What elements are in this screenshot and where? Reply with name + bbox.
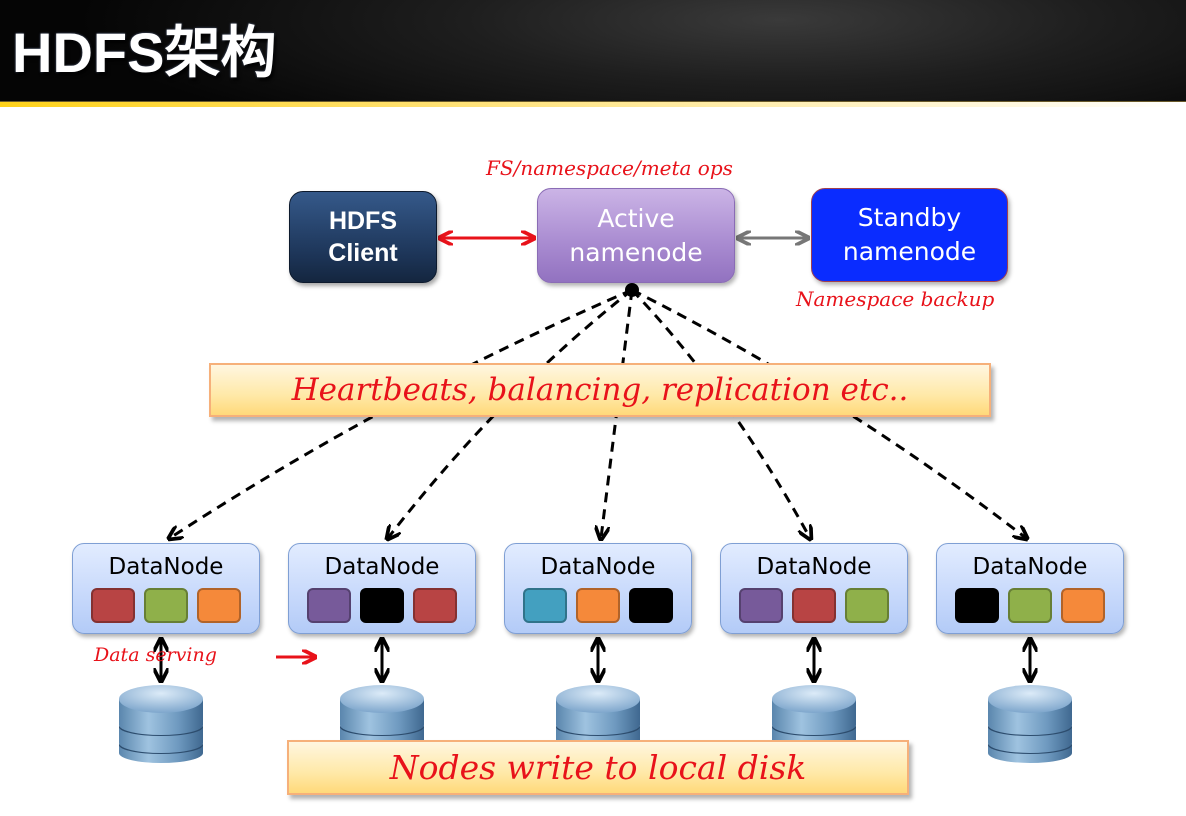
disk-icon [988, 685, 1072, 763]
datanode-label: DataNode [756, 554, 872, 580]
hdfs-client-node: HDFS Client [289, 191, 437, 283]
data-block-purple [307, 588, 351, 623]
block-list [505, 588, 691, 623]
data-block-red [91, 588, 135, 623]
datanode: DataNode [720, 543, 908, 634]
data-block-green [845, 588, 889, 623]
data-block-orange [1061, 588, 1105, 623]
data-block-green [144, 588, 188, 623]
datanode-label: DataNode [540, 554, 656, 580]
block-list [73, 588, 259, 623]
disk-icon [119, 685, 203, 763]
local-disk-banner: Nodes write to local disk [287, 740, 909, 795]
heartbeats-banner: Heartbeats, balancing, replication etc.. [209, 363, 991, 417]
data-serving-label: Data serving [94, 644, 217, 666]
data-block-teal [523, 588, 567, 623]
heartbeat-hub [625, 283, 639, 297]
data-block-black [955, 588, 999, 623]
block-list [721, 588, 907, 623]
data-block-orange [197, 588, 241, 623]
client-line2: Client [328, 239, 398, 267]
standby-namenode: Standby namenode [811, 188, 1008, 282]
active-line1: Active [597, 203, 675, 233]
namespace-backup-label: Namespace backup [796, 287, 995, 311]
data-block-orange [576, 588, 620, 623]
standby-line1: Standby [857, 203, 962, 232]
data-block-black [629, 588, 673, 623]
heartbeats-text: Heartbeats, balancing, replication etc.. [291, 372, 909, 408]
datanode-label: DataNode [108, 554, 224, 580]
fs-ops-label: FS/namespace/meta ops [486, 156, 733, 180]
active-line2: namenode [569, 237, 703, 267]
datanode-label: DataNode [324, 554, 440, 580]
datanode: DataNode [936, 543, 1124, 634]
block-list [289, 588, 475, 623]
data-block-red [413, 588, 457, 623]
datanode: DataNode [504, 543, 692, 634]
standby-line2: namenode [842, 237, 977, 266]
data-block-black [360, 588, 404, 623]
data-block-red [792, 588, 836, 623]
data-block-purple [739, 588, 783, 623]
datanode: DataNode [72, 543, 260, 634]
local-disk-text: Nodes write to local disk [389, 748, 807, 787]
active-namenode: Active namenode [537, 188, 735, 283]
block-list [937, 588, 1123, 623]
data-block-green [1008, 588, 1052, 623]
datanode-label: DataNode [972, 554, 1088, 580]
client-line1: HDFS [328, 207, 398, 235]
datanode: DataNode [288, 543, 476, 634]
disk-arrows [161, 640, 1030, 680]
